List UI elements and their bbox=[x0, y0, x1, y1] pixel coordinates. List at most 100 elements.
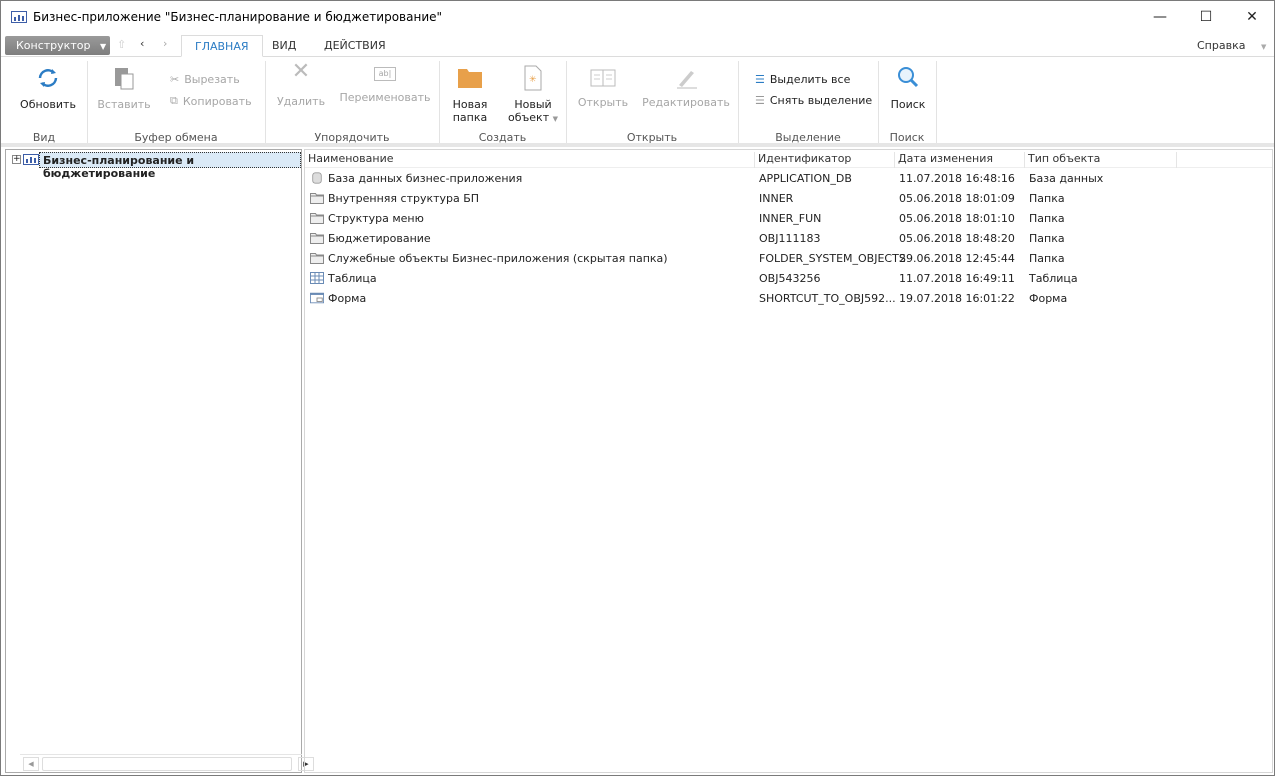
delete-icon: ✕ bbox=[291, 59, 311, 84]
tree-panel: + Бизнес-планирование и бюджетирование ◀… bbox=[5, 149, 314, 773]
scroll-left-icon[interactable]: ◀ bbox=[23, 757, 39, 771]
new-object-label: Новый bbox=[514, 98, 552, 111]
horizontal-scrollbar[interactable]: ◀ ▶ bbox=[20, 754, 314, 771]
window-title: Бизнес-приложение "Бизнес-планирование и… bbox=[33, 10, 443, 24]
table-row[interactable]: Бюджетирование OBJ111183 05.06.2018 18:4… bbox=[305, 229, 1272, 249]
copy-icon: ⧉ bbox=[170, 94, 178, 107]
search-icon bbox=[898, 67, 919, 88]
group-label-selection: Выделение bbox=[775, 131, 841, 144]
name-text: Служебные объекты Бизнес-приложения (скр… bbox=[328, 252, 668, 265]
name-text: Форма bbox=[328, 292, 367, 305]
up-icon[interactable]: ⇧ bbox=[117, 38, 126, 51]
name-text: Таблица bbox=[328, 272, 377, 285]
name-text: Бюджетирование bbox=[328, 232, 431, 245]
cell-id: APPLICATION_DB bbox=[759, 172, 852, 185]
cell-name: Структура меню bbox=[310, 212, 424, 225]
rename-button[interactable]: ab| Переименовать bbox=[339, 67, 431, 104]
svg-text:✳: ✳ bbox=[529, 75, 537, 85]
tab-deystviya[interactable]: ДЕЙСТВИЯ bbox=[311, 35, 399, 57]
table-icon bbox=[310, 272, 328, 285]
new-object-icon: ✳ bbox=[524, 65, 542, 91]
refresh-label: Обновить bbox=[20, 98, 76, 111]
new-folder-button[interactable]: Новая папка bbox=[449, 67, 491, 124]
cell-id: OBJ111183 bbox=[759, 232, 821, 245]
refresh-icon bbox=[38, 69, 58, 87]
form-icon bbox=[310, 292, 328, 305]
column-header-name[interactable]: Наименование bbox=[305, 152, 755, 168]
folder-icon bbox=[310, 232, 328, 245]
table-row[interactable]: Таблица OBJ543256 11.07.2018 16:49:11 Та… bbox=[305, 269, 1272, 289]
group-label-view: Вид bbox=[32, 131, 56, 144]
deselect-label: Снять выделение bbox=[769, 94, 873, 107]
new-folder-label-2: папка bbox=[452, 111, 488, 124]
group-label-clipboard: Буфер обмена bbox=[134, 131, 218, 144]
refresh-button[interactable]: Обновить bbox=[15, 65, 81, 111]
tree-root-item[interactable]: Бизнес-планирование и бюджетирование bbox=[39, 152, 301, 180]
table-row[interactable]: Служебные объекты Бизнес-приложения (скр… bbox=[305, 249, 1272, 269]
select-all-button[interactable]: ☰ Выделить все bbox=[755, 73, 850, 86]
maximize-button[interactable]: ☐ bbox=[1183, 1, 1229, 33]
table-row[interactable]: Структура меню INNER_FUN 05.06.2018 18:0… bbox=[305, 209, 1272, 229]
objects-table: Наименование Идентификатор Дата изменени… bbox=[304, 149, 1273, 773]
open-button[interactable]: Открыть bbox=[576, 67, 630, 109]
konstruktor-label: Конструктор bbox=[16, 39, 91, 52]
cell-date: 11.07.2018 16:49:11 bbox=[899, 272, 1015, 285]
cell-name: Таблица bbox=[310, 272, 377, 285]
cell-name: Форма bbox=[310, 292, 366, 305]
help-label: Справка bbox=[1197, 39, 1246, 52]
folder-icon bbox=[310, 192, 328, 205]
open-label: Открыть bbox=[577, 96, 629, 109]
cell-date: 05.06.2018 18:48:20 bbox=[899, 232, 1015, 245]
deselect-button[interactable]: ☰ Снять выделение bbox=[755, 94, 872, 107]
cell-id: SHORTCUT_TO_OBJ592... bbox=[759, 292, 896, 305]
back-icon[interactable]: ‹ bbox=[140, 37, 144, 50]
pencil-icon bbox=[677, 71, 697, 89]
delete-button[interactable]: ✕ Удалить bbox=[275, 59, 327, 109]
rename-label: Переименовать bbox=[339, 91, 431, 104]
scrollbar-thumb[interactable] bbox=[42, 757, 292, 771]
forward-icon[interactable]: › bbox=[163, 37, 167, 50]
cut-label: Вырезать bbox=[184, 73, 240, 86]
paste-button[interactable]: Вставить bbox=[97, 67, 151, 111]
name-text: База данных бизнес-приложения bbox=[328, 172, 523, 185]
table-row[interactable]: Форма SHORTCUT_TO_OBJ592... 19.07.2018 1… bbox=[305, 289, 1272, 309]
expand-icon[interactable]: + bbox=[12, 155, 21, 164]
help-menu[interactable]: Справка ▼ bbox=[1197, 39, 1266, 52]
cell-name: Бюджетирование bbox=[310, 232, 431, 245]
cell-name: Служебные объекты Бизнес-приложения (скр… bbox=[310, 252, 668, 265]
folder-icon bbox=[458, 69, 482, 88]
group-label-create: Создать bbox=[478, 131, 527, 144]
tab-glavnaya[interactable]: ГЛАВНАЯ bbox=[181, 35, 263, 57]
column-header-date[interactable]: Дата изменения bbox=[895, 152, 1025, 168]
cell-date: 05.06.2018 18:01:09 bbox=[899, 192, 1015, 205]
minimize-button[interactable]: — bbox=[1137, 1, 1183, 33]
new-object-button[interactable]: ✳ Новый объект ▼ bbox=[504, 65, 562, 126]
search-button[interactable]: Поиск bbox=[886, 65, 930, 111]
tab-vid[interactable]: ВИД bbox=[259, 35, 309, 57]
table-row[interactable]: База данных бизнес-приложения APPLICATIO… bbox=[305, 169, 1272, 189]
table-row[interactable]: Внутренняя структура БП INNER 05.06.2018… bbox=[305, 189, 1272, 209]
app-window: Бизнес-приложение "Бизнес-планирование и… bbox=[0, 0, 1275, 776]
group-label-search: Поиск bbox=[889, 131, 925, 144]
column-header-type[interactable]: Тип объекта bbox=[1025, 152, 1177, 168]
cell-type: Папка bbox=[1029, 212, 1065, 225]
edit-label: Редактировать bbox=[642, 96, 730, 109]
konstruktor-dropdown[interactable]: Конструктор ▼ bbox=[5, 36, 110, 55]
cell-type: Папка bbox=[1029, 192, 1065, 205]
cell-date: 19.07.2018 16:01:22 bbox=[899, 292, 1015, 305]
paste-icon bbox=[115, 68, 134, 90]
copy-button[interactable]: ⧉ Копировать bbox=[170, 94, 252, 108]
cut-button[interactable]: ✂ Вырезать bbox=[170, 73, 240, 86]
cell-id: INNER_FUN bbox=[759, 212, 822, 225]
edit-button[interactable]: Редактировать bbox=[641, 67, 731, 109]
close-button[interactable]: ✕ bbox=[1229, 1, 1275, 33]
delete-label: Удалить bbox=[276, 95, 326, 108]
search-label: Поиск bbox=[890, 98, 926, 111]
cell-date: 11.07.2018 16:48:16 bbox=[899, 172, 1015, 185]
select-all-icon: ☰ bbox=[755, 73, 765, 86]
group-label-arrange: Упорядочить bbox=[314, 131, 390, 144]
new-object-label-2: объект bbox=[508, 111, 550, 124]
cell-id: INNER bbox=[759, 192, 794, 205]
column-header-id[interactable]: Идентификатор bbox=[755, 152, 895, 168]
deselect-icon: ☰ bbox=[755, 94, 765, 107]
